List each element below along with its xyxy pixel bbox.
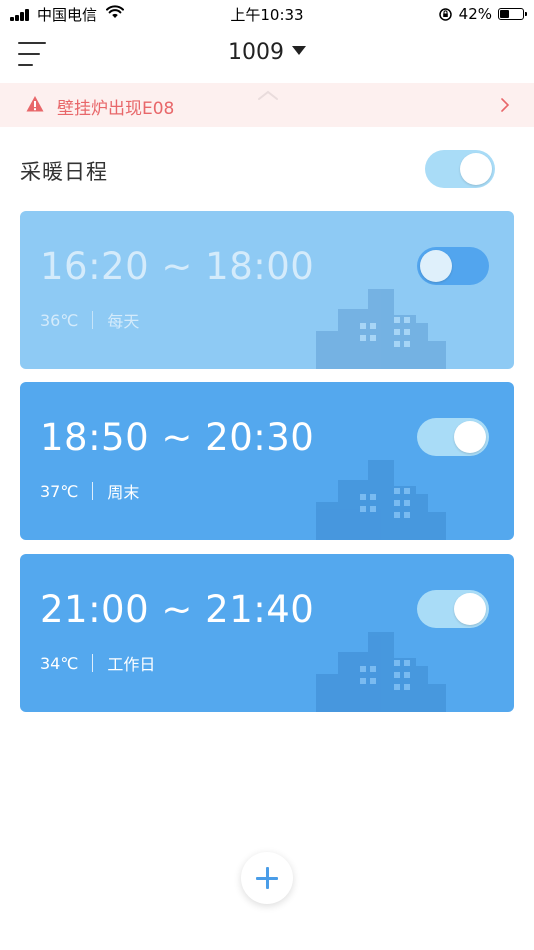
- schedule-repeat: 周末: [107, 483, 140, 502]
- battery-percent: 42%: [458, 5, 492, 23]
- device-selector[interactable]: 1009: [0, 40, 534, 65]
- warning-icon: [26, 96, 44, 112]
- city-buildings-icon: [316, 632, 446, 712]
- schedule-master-switch[interactable]: [425, 150, 495, 188]
- schedule-card[interactable]: 16:20 ~ 18:00 36℃ 每天: [20, 211, 514, 369]
- battery-icon: [498, 8, 527, 20]
- fault-alert-banner[interactable]: 壁挂炉出现E08: [0, 83, 534, 127]
- caret-down-icon: [292, 46, 306, 55]
- nav-bar: 1009: [0, 28, 534, 82]
- city-buildings-icon: [316, 460, 446, 540]
- divider: [92, 311, 94, 329]
- divider: [92, 482, 94, 500]
- chevron-right-icon: [501, 98, 510, 112]
- status-bar: 中国电信 上午10:33 42%: [0, 0, 534, 28]
- schedule-switch[interactable]: [417, 418, 489, 456]
- schedule-switch[interactable]: [417, 247, 489, 285]
- divider: [92, 654, 94, 672]
- schedule-time: 21:00 ~ 21:40: [40, 588, 315, 631]
- city-buildings-icon: [316, 289, 446, 369]
- schedule-switch[interactable]: [417, 590, 489, 628]
- schedule-title: 采暖日程: [20, 160, 108, 184]
- device-name: 1009: [228, 40, 284, 65]
- schedule-temperature: 34℃: [40, 653, 79, 673]
- schedule-time: 16:20 ~ 18:00: [40, 245, 315, 288]
- chevron-up-icon: [258, 90, 278, 100]
- schedule-time: 18:50 ~ 20:30: [40, 416, 315, 459]
- alert-message: 壁挂炉出现E08: [57, 99, 175, 119]
- schedule-card[interactable]: 21:00 ~ 21:40 34℃ 工作日: [20, 554, 514, 712]
- schedule-temperature: 36℃: [40, 310, 79, 330]
- schedule-repeat: 每天: [107, 312, 140, 331]
- schedule-repeat: 工作日: [107, 655, 156, 674]
- schedule-card[interactable]: 18:50 ~ 20:30 37℃ 周末: [20, 382, 514, 540]
- orientation-lock-icon: [438, 7, 452, 21]
- schedule-temperature: 37℃: [40, 481, 79, 501]
- add-schedule-button[interactable]: [241, 852, 293, 904]
